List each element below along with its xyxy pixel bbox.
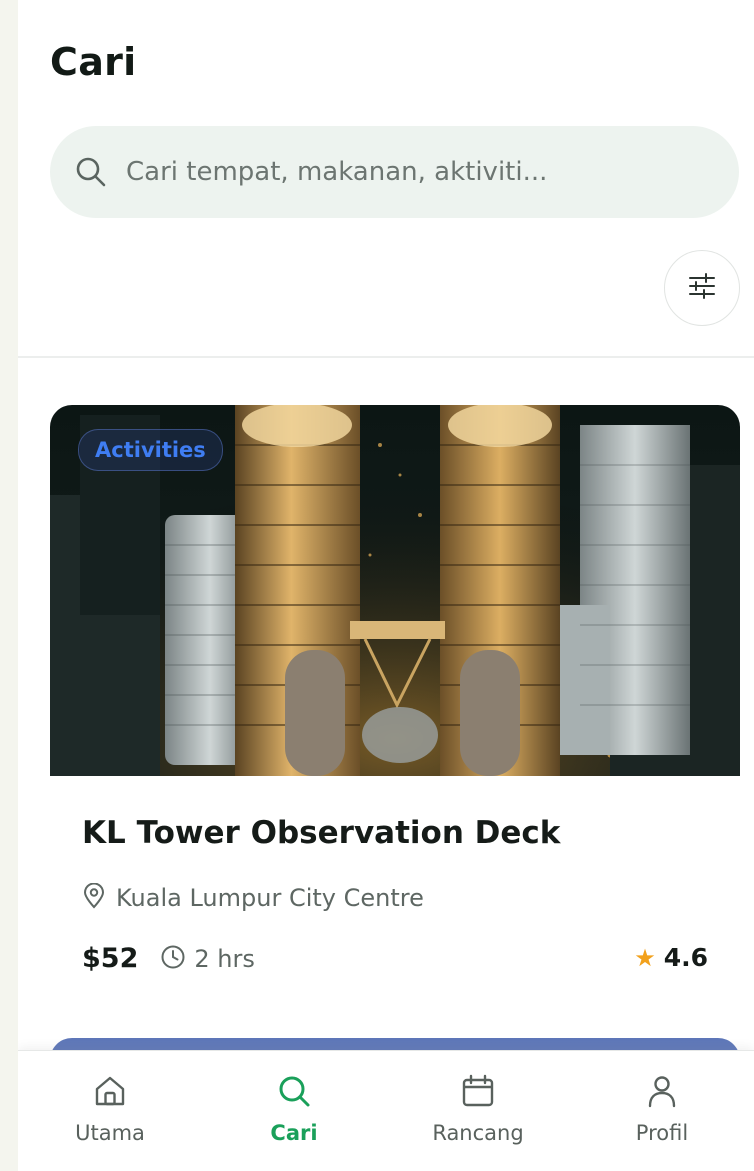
result-card[interactable]: Activities KL Tower Observation Deck Kua… bbox=[50, 405, 740, 1015]
search-icon bbox=[276, 1073, 312, 1113]
rating-value: 4.6 bbox=[663, 943, 708, 972]
search-icon bbox=[74, 155, 108, 189]
nav-item-rancang[interactable]: Rancang bbox=[386, 1051, 570, 1171]
search-screen: Cari Cari tempat, makanan, aktiviti... A… bbox=[18, 0, 754, 1171]
header-divider bbox=[18, 356, 754, 358]
duration: 2 hrs bbox=[160, 944, 255, 974]
duration-text: 2 hrs bbox=[194, 944, 255, 973]
card-location: Kuala Lumpur City Centre bbox=[82, 882, 424, 913]
nav-label-profil: Profil bbox=[635, 1121, 689, 1145]
price-text: $52 bbox=[82, 943, 139, 974]
nav-item-cari[interactable]: Cari bbox=[202, 1051, 386, 1171]
clock-icon bbox=[160, 944, 186, 974]
nav-item-profil[interactable]: Profil bbox=[570, 1051, 754, 1171]
nav-label-rancang: Rancang bbox=[432, 1121, 524, 1145]
home-icon bbox=[92, 1073, 128, 1113]
filter-button[interactable] bbox=[664, 250, 740, 326]
nav-label-utama: Utama bbox=[75, 1121, 145, 1145]
nav-label-cari: Cari bbox=[270, 1121, 318, 1145]
location-pin-icon bbox=[82, 882, 106, 913]
bottom-navigation: Utama Cari Rancang Profil bbox=[18, 1050, 754, 1171]
search-bar[interactable] bbox=[50, 126, 739, 218]
sliders-icon bbox=[686, 270, 718, 306]
nav-item-utama[interactable]: Utama bbox=[18, 1051, 202, 1171]
card-title: KL Tower Observation Deck bbox=[82, 815, 561, 851]
calendar-icon bbox=[460, 1073, 496, 1113]
card-meta: $52 2 hrs bbox=[82, 943, 255, 974]
star-icon: ★ bbox=[634, 943, 656, 972]
search-input[interactable] bbox=[124, 156, 688, 188]
location-text: Kuala Lumpur City Centre bbox=[116, 884, 424, 912]
rating: ★ 4.6 bbox=[634, 943, 708, 972]
page-title: Cari bbox=[50, 40, 137, 84]
category-badge: Activities bbox=[78, 429, 223, 471]
user-icon bbox=[644, 1073, 680, 1113]
card-image: Activities bbox=[50, 405, 740, 776]
